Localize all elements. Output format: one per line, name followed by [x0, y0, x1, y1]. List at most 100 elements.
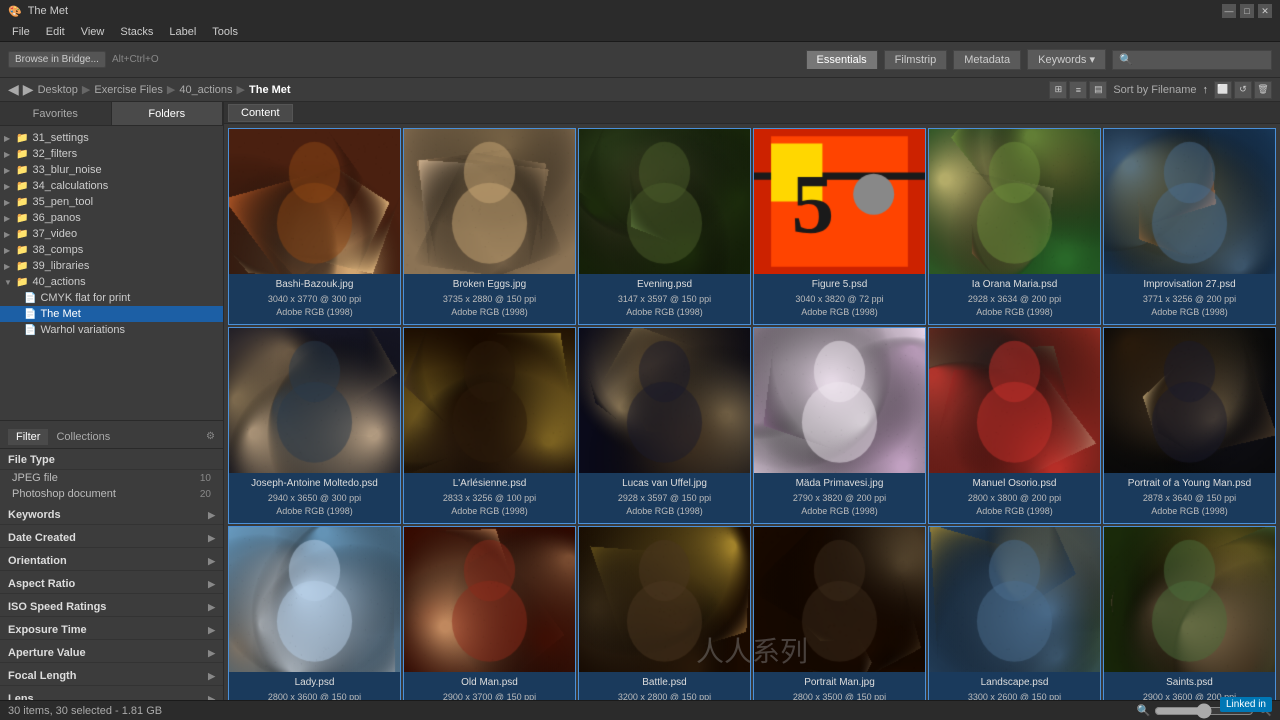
- image-cell-evening[interactable]: Evening.psd 3147 x 3597 @ 150 ppi Adobe …: [578, 128, 751, 325]
- focal-section-title[interactable]: Focal Length ▶: [0, 667, 223, 686]
- filter-icon[interactable]: ⬜: [1214, 81, 1232, 99]
- status-bar: 30 items, 30 selected - 1.81 GB 🔍 🔍 Link…: [0, 700, 1280, 720]
- image-cell-improv27[interactable]: Improvisation 27.psd 3771 x 3256 @ 200 p…: [1103, 128, 1276, 325]
- folder-36-panos[interactable]: ▶ 📁 36_panos: [0, 210, 223, 226]
- datecreated-section-title[interactable]: Date Created ▶: [0, 529, 223, 548]
- image-cell-figure5[interactable]: Figure 5.psd 3040 x 3820 @ 72 ppi Adobe …: [753, 128, 926, 325]
- folder-33-blur[interactable]: ▶ 📁 33_blur_noise: [0, 162, 223, 178]
- expand-icon: ▶: [4, 166, 14, 175]
- content-tab[interactable]: Content: [228, 104, 293, 122]
- browse-in-bridge-button[interactable]: Browse in Bridge...: [8, 51, 106, 68]
- folder-39-libraries[interactable]: ▶ 📁 39_libraries: [0, 258, 223, 274]
- filter-psd[interactable]: Photoshop document 20: [0, 486, 223, 502]
- breadcrumb-themet[interactable]: The Met: [249, 84, 291, 96]
- thumbnail-portrait-young: [1104, 328, 1275, 473]
- image-cell-broken-eggs[interactable]: Broken Eggs.jpg 3735 x 2880 @ 150 ppi Ad…: [403, 128, 576, 325]
- image-cell-portrait-young[interactable]: Portrait of a Young Man.psd 2878 x 3640 …: [1103, 327, 1276, 524]
- folder-cmyk[interactable]: 📄 CMYK flat for print: [0, 290, 223, 306]
- thumbnail-lady: [229, 527, 400, 672]
- image-cell-mada[interactable]: Mäda Primavesi.jpg 2790 x 3820 @ 200 ppi…: [753, 327, 926, 524]
- minimize-button[interactable]: —: [1222, 4, 1236, 18]
- folder-37-video[interactable]: ▶ 📁 37_video: [0, 226, 223, 242]
- menu-stacks[interactable]: Stacks: [112, 24, 161, 40]
- filter-jpeg[interactable]: JPEG file 10: [0, 470, 223, 486]
- menu-edit[interactable]: Edit: [38, 24, 73, 40]
- tab-filmstrip[interactable]: Filmstrip: [884, 50, 948, 70]
- rotate-icon[interactable]: ↺: [1234, 81, 1252, 99]
- exposure-section-title[interactable]: Exposure Time ▶: [0, 621, 223, 640]
- close-button[interactable]: ✕: [1258, 4, 1272, 18]
- filter-header: Filter Collections ⚙: [0, 425, 223, 449]
- title-bar-left: 🎨 The Met: [8, 5, 68, 18]
- filter-options-icon[interactable]: ⚙: [206, 431, 215, 442]
- filter-section-exposure: Exposure Time ▶: [0, 619, 223, 642]
- nav-bar: ◀ ▶ Desktop ▶ Exercise Files ▶ 40_action…: [0, 78, 1280, 102]
- keywords-section-title[interactable]: Keywords ▶: [0, 506, 223, 525]
- thumbnail-portrait-man: [754, 527, 925, 672]
- iso-section-title[interactable]: ISO Speed Ratings ▶: [0, 598, 223, 617]
- image-cell-ia-orana[interactable]: Ia Orana Maria.psd 2928 x 3634 @ 200 ppi…: [928, 128, 1101, 325]
- image-cell-arlesienne[interactable]: L'Arlésienne.psd 2833 x 3256 @ 100 ppi A…: [403, 327, 576, 524]
- folder-warhol[interactable]: 📄 Warhol variations: [0, 322, 223, 338]
- search-input[interactable]: [1112, 50, 1272, 70]
- favorites-tab[interactable]: Favorites: [0, 102, 112, 125]
- folder-32-filters[interactable]: ▶ 📁 32_filters: [0, 146, 223, 162]
- filetype-section-title[interactable]: File Type: [0, 451, 223, 470]
- menu-bar: File Edit View Stacks Label Tools: [0, 22, 1280, 42]
- breadcrumb-exercise-files[interactable]: Exercise Files: [94, 84, 162, 96]
- expand-icon: ▶: [4, 230, 14, 239]
- breadcrumb-desktop[interactable]: Desktop: [38, 84, 78, 96]
- collections-tab[interactable]: Collections: [48, 429, 118, 445]
- image-cell-portrait-man[interactable]: Portrait Man.jpg 2800 x 3500 @ 150 ppi A…: [753, 526, 926, 700]
- image-grid: Bashi-Bazouk.jpg 3040 x 3770 @ 300 ppi A…: [224, 124, 1280, 700]
- breadcrumb-40actions[interactable]: 40_actions: [179, 84, 232, 96]
- aspectratio-section-title[interactable]: Aspect Ratio ▶: [0, 575, 223, 594]
- tab-essentials[interactable]: Essentials: [806, 50, 878, 69]
- filter-tab[interactable]: Filter: [8, 429, 48, 445]
- nav-back-button[interactable]: ◀: [8, 81, 19, 98]
- folder-34-calc[interactable]: ▶ 📁 34_calculations: [0, 178, 223, 194]
- view-list-icon[interactable]: ≡: [1069, 81, 1087, 99]
- folder-31-settings[interactable]: ▶ 📁 31_settings: [0, 130, 223, 146]
- menu-view[interactable]: View: [73, 24, 113, 40]
- menu-label[interactable]: Label: [161, 24, 204, 40]
- image-cell-saints[interactable]: Saints.psd 2900 x 3600 @ 200 ppi Adobe R…: [1103, 526, 1276, 700]
- folder-40-actions[interactable]: ▼ 📁 40_actions: [0, 274, 223, 290]
- image-cell-oldman[interactable]: Old Man.psd 2900 x 3700 @ 150 ppi Adobe …: [403, 526, 576, 700]
- aperture-section-title[interactable]: Aperture Value ▶: [0, 644, 223, 663]
- image-cell-landscape[interactable]: Landscape.psd 3300 x 2600 @ 150 ppi Adob…: [928, 526, 1101, 700]
- app-title: The Met: [28, 5, 68, 17]
- expand-icon: ▶: [4, 246, 14, 255]
- image-cell-moltedo[interactable]: Joseph-Antoine Moltedo.psd 2940 x 3650 @…: [228, 327, 401, 524]
- thumbnail-lucas: [579, 328, 750, 473]
- title-bar: 🎨 The Met — □ ✕: [0, 0, 1280, 22]
- thumbnail-landscape: [929, 527, 1100, 672]
- image-cell-lady[interactable]: Lady.psd 2800 x 3600 @ 150 ppi Adobe RGB…: [228, 526, 401, 700]
- toolbar-right: Essentials Filmstrip Metadata Keywords ▾: [806, 49, 1272, 70]
- maximize-button[interactable]: □: [1240, 4, 1254, 18]
- tab-keywords[interactable]: Keywords ▾: [1027, 49, 1106, 70]
- menu-tools[interactable]: Tools: [204, 24, 246, 40]
- view-detail-icon[interactable]: ▤: [1089, 81, 1107, 99]
- folder-35-pen[interactable]: ▶ 📁 35_pen_tool: [0, 194, 223, 210]
- image-cell-lucas[interactable]: Lucas van Uffel.jpg 2928 x 3597 @ 150 pp…: [578, 327, 751, 524]
- image-cell-battle[interactable]: Battle.psd 3200 x 2800 @ 150 ppi Adobe R…: [578, 526, 751, 700]
- expand-icon: ▶: [4, 134, 14, 143]
- folder-38-comps[interactable]: ▶ 📁 38_comps: [0, 242, 223, 258]
- tab-metadata[interactable]: Metadata: [953, 50, 1021, 70]
- filter-section-filetype: File Type JPEG file 10 Photoshop documen…: [0, 449, 223, 504]
- view-grid-icon[interactable]: ⊞: [1049, 81, 1067, 99]
- delete-icon[interactable]: 🗑: [1254, 81, 1272, 99]
- nav-forward-button[interactable]: ▶: [23, 81, 34, 98]
- lens-section-title[interactable]: Lens ▶: [0, 690, 223, 700]
- orientation-section-title[interactable]: Orientation ▶: [0, 552, 223, 571]
- sort-direction-icon[interactable]: ↑: [1203, 84, 1209, 96]
- folder-icon: 📁: [16, 165, 28, 176]
- image-cell-bashi[interactable]: Bashi-Bazouk.jpg 3040 x 3770 @ 300 ppi A…: [228, 128, 401, 325]
- filter-section-iso: ISO Speed Ratings ▶: [0, 596, 223, 619]
- thumbnail-battle: [579, 527, 750, 672]
- menu-file[interactable]: File: [4, 24, 38, 40]
- image-cell-manuel[interactable]: Manuel Osorio.psd 2800 x 3800 @ 200 ppi …: [928, 327, 1101, 524]
- folder-themet[interactable]: 📄 The Met: [0, 306, 223, 322]
- folders-tab[interactable]: Folders: [112, 102, 224, 125]
